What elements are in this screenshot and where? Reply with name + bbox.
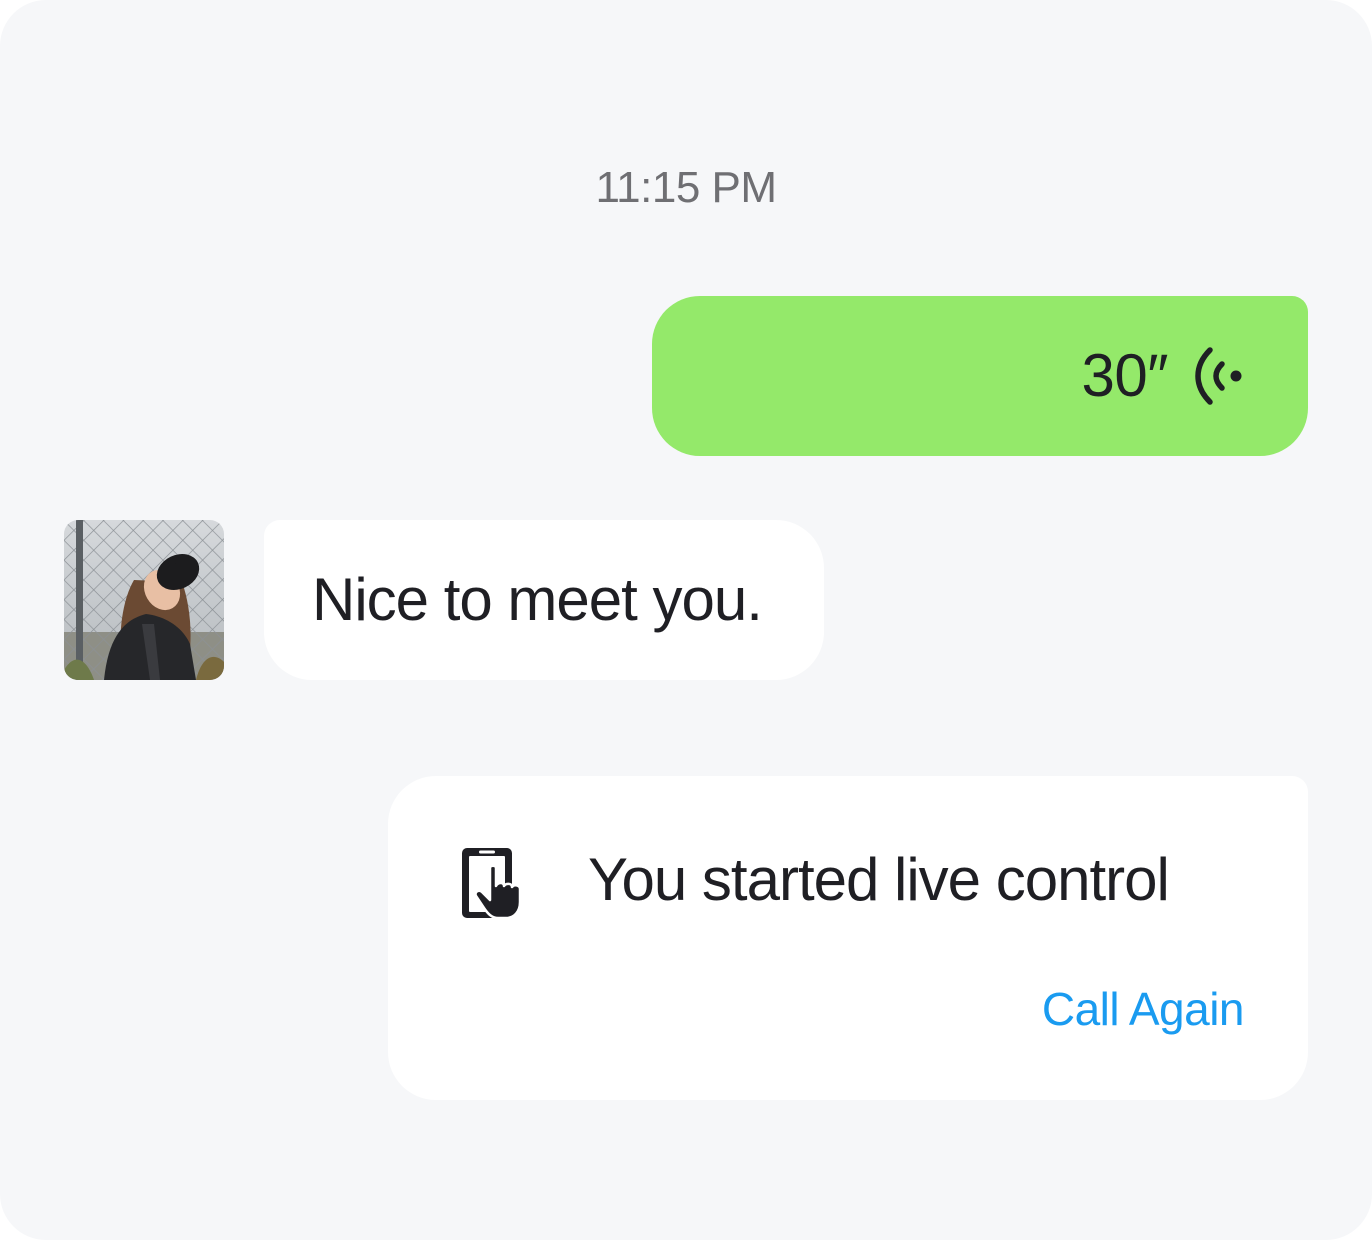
incoming-message[interactable]: Nice to meet you. bbox=[264, 520, 824, 680]
message-timestamp: 11:15 PM bbox=[595, 163, 777, 212]
incoming-message-text: Nice to meet you. bbox=[312, 566, 763, 633]
live-control-card: You started live control Call Again bbox=[388, 776, 1308, 1100]
tablet-touch-icon bbox=[462, 848, 522, 920]
avatar-photo bbox=[64, 520, 224, 680]
voice-wave-icon bbox=[1195, 347, 1242, 405]
voice-duration: 30″ bbox=[1081, 342, 1169, 409]
chat-view: 11:15 PM 30″ Nice to meet you. You start… bbox=[0, 0, 1372, 1240]
live-control-text: You started live control bbox=[588, 846, 1170, 913]
avatar[interactable] bbox=[64, 520, 224, 680]
outgoing-voice-message[interactable]: 30″ bbox=[652, 296, 1308, 456]
call-again-button[interactable]: Call Again bbox=[1042, 982, 1245, 1036]
